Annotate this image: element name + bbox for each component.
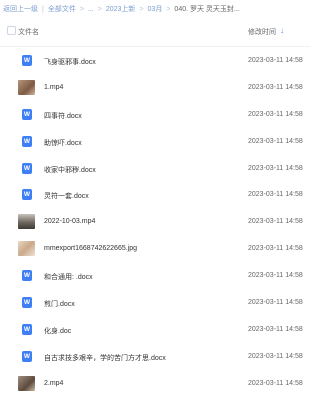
file-list: W 飞身驱邪事.docx 2023-03-11 14:58 1.mp4 2023…	[0, 47, 310, 397]
image-thumbnail	[18, 241, 35, 257]
word-doc-icon: W	[22, 270, 32, 282]
file-row[interactable]: W 收家中邪秽.docx 2023-03-11 14:58	[0, 155, 310, 182]
breadcrumb-ellipsis[interactable]: ...	[88, 6, 94, 13]
column-header-modified[interactable]: 修改时间	[248, 27, 276, 37]
file-name[interactable]: mmexport1668742622665.jpg	[44, 245, 137, 252]
breadcrumb-separator: >	[79, 5, 84, 13]
file-name[interactable]: 自古求技多艰辛，学的苦门方才思.docx	[44, 353, 166, 363]
file-name[interactable]: 和合通用: .docx	[44, 272, 93, 282]
file-date: 2023-03-11 14:58	[248, 379, 303, 387]
file-row[interactable]: 2.mp4 2023-03-11 14:58	[0, 370, 310, 397]
file-row[interactable]: 2022-10-03.mp4 2023-03-11 14:58	[0, 208, 310, 235]
file-name[interactable]: 煎门.docx	[44, 299, 75, 309]
word-doc-icon: W	[22, 297, 32, 309]
word-doc-icon: W	[22, 108, 32, 120]
breadcrumb-back[interactable]: 返回上一级	[3, 4, 38, 14]
file-date: 2023-03-11 14:58	[248, 57, 303, 64]
file-row[interactable]: W 和合通用: .docx 2023-03-11 14:58	[0, 262, 310, 289]
breadcrumb-current-folder: 040. 罗天 灵天玉封...	[174, 6, 240, 13]
file-row[interactable]: W 自古求技多艰辛，学的苦门方才思.docx 2023-03-11 14:58	[0, 343, 310, 370]
breadcrumb-03[interactable]: 03月	[148, 4, 163, 14]
breadcrumb: 返回上一级 | 全部文件 > ... > 2023上新 > 03月 > 040.…	[0, 0, 310, 16]
file-date: 2023-03-11 14:58	[248, 272, 303, 280]
file-row[interactable]: W 四事符.docx 2023-03-11 14:58	[0, 101, 310, 128]
file-date: 2023-03-11 14:58	[248, 352, 303, 360]
file-name[interactable]: 2.mp4	[44, 380, 63, 387]
file-name[interactable]: 化身.doc	[44, 326, 71, 336]
breadcrumb-separator: >	[97, 5, 102, 13]
file-name[interactable]: 四事符.docx	[44, 111, 82, 121]
file-list-header: 文件名 修改时间 ↓	[0, 16, 310, 47]
breadcrumb-all-files[interactable]: 全部文件	[48, 4, 76, 14]
file-date: 2023-03-11 14:58	[248, 245, 303, 253]
video-thumbnail	[18, 214, 35, 230]
sort-down-icon[interactable]: ↓	[280, 26, 284, 35]
file-date: 2023-03-11 14:58	[248, 164, 303, 172]
breadcrumb-2023[interactable]: 2023上新	[106, 4, 136, 14]
word-doc-icon: W	[22, 350, 32, 362]
word-doc-icon: W	[22, 323, 32, 335]
file-row[interactable]: W 化身.doc 2023-03-11 14:58	[0, 316, 310, 343]
breadcrumb-separator: >	[166, 5, 171, 13]
file-date: 2023-03-11 14:58	[248, 110, 303, 118]
file-date: 2023-03-11 14:58	[248, 83, 303, 91]
file-name[interactable]: 灵符一套.docx	[44, 191, 89, 201]
file-name[interactable]: 助惊吓.docx	[44, 138, 82, 148]
file-row[interactable]: mmexport1668742622665.jpg 2023-03-11 14:…	[0, 235, 310, 262]
word-doc-icon: W	[22, 55, 32, 66]
file-row[interactable]: W 灵符一套.docx 2023-03-11 14:58	[0, 181, 310, 208]
word-doc-icon: W	[22, 189, 32, 201]
video-thumbnail	[18, 79, 35, 95]
file-name[interactable]: 飞身驱邪事.docx	[44, 57, 96, 67]
file-row[interactable]: W 助惊吓.docx 2023-03-11 14:58	[0, 128, 310, 155]
file-name[interactable]: 1.mp4	[44, 84, 63, 91]
word-doc-icon: W	[22, 162, 32, 174]
file-row[interactable]: 1.mp4 2023-03-11 14:58	[0, 74, 310, 101]
video-thumbnail	[18, 375, 35, 391]
file-date: 2023-03-11 14:58	[248, 325, 303, 333]
file-row[interactable]: W 飞身驱邪事.docx 2023-03-11 14:58	[0, 47, 310, 74]
column-header-filename[interactable]: 文件名	[18, 27, 39, 37]
file-row[interactable]: W 煎门.docx 2023-03-11 14:58	[0, 289, 310, 316]
file-date: 2023-03-11 14:58	[248, 137, 303, 145]
file-date: 2023-03-11 14:58	[248, 191, 303, 199]
file-date: 2023-03-11 14:58	[248, 218, 303, 226]
file-name[interactable]: 2022-10-03.mp4	[44, 218, 95, 225]
select-all-checkbox[interactable]	[7, 26, 16, 35]
breadcrumb-separator: |	[42, 5, 44, 13]
word-doc-icon: W	[22, 135, 32, 147]
file-date: 2023-03-11 14:58	[248, 299, 303, 307]
breadcrumb-separator: >	[139, 5, 144, 13]
file-name[interactable]: 收家中邪秽.docx	[44, 165, 96, 175]
